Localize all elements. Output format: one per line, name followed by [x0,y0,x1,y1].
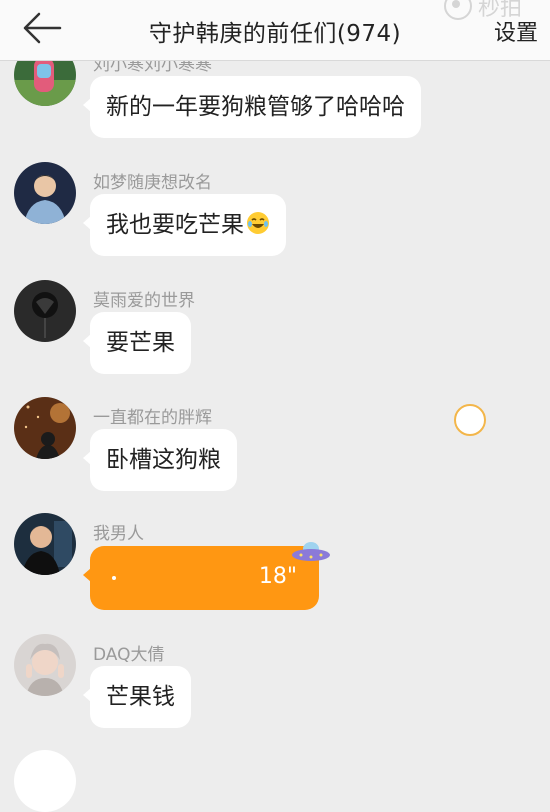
message-bubble[interactable]: 要芒果 [83,312,191,374]
message-bubble[interactable]: 卧槽这狗粮 [83,429,237,491]
avatar[interactable] [14,750,76,812]
watermark-logo: 秒拍 [444,0,550,21]
message-bubble[interactable]: 芒果钱 [83,666,191,728]
laughing-tears-emoji-icon [247,212,269,234]
avatar[interactable] [14,397,76,459]
avatar[interactable] [14,162,76,224]
ufo-icon [292,542,330,561]
message-bubble[interactable]: 我也要吃芒果 [83,194,286,256]
message-bubble[interactable]: 新的一年要狗粮管够了哈哈哈 [83,76,421,138]
message-text: 我也要吃芒果 [106,212,244,238]
group-title: 守护韩庚的前任们(974) [148,21,402,47]
sender-nickname: 如梦随庚想改名 [93,173,212,193]
sender-nickname: DAQ大倩 [93,645,165,665]
nav-header: 守护韩庚的前任们(974) 秒拍 设置 [0,0,550,61]
sender-nickname: 一直都在的胖辉 [93,408,212,428]
sender-nickname: 我男人 [93,524,144,544]
avatar[interactable] [14,513,76,575]
floating-assist-button[interactable] [454,404,486,436]
sender-nickname: 莫雨爱的世界 [93,291,195,311]
settings-button[interactable]: 设置 [494,15,538,47]
avatar[interactable] [14,634,76,696]
unread-dot [112,576,116,580]
avatar[interactable] [14,280,76,342]
voice-message-bubble[interactable]: 18" [83,546,319,610]
